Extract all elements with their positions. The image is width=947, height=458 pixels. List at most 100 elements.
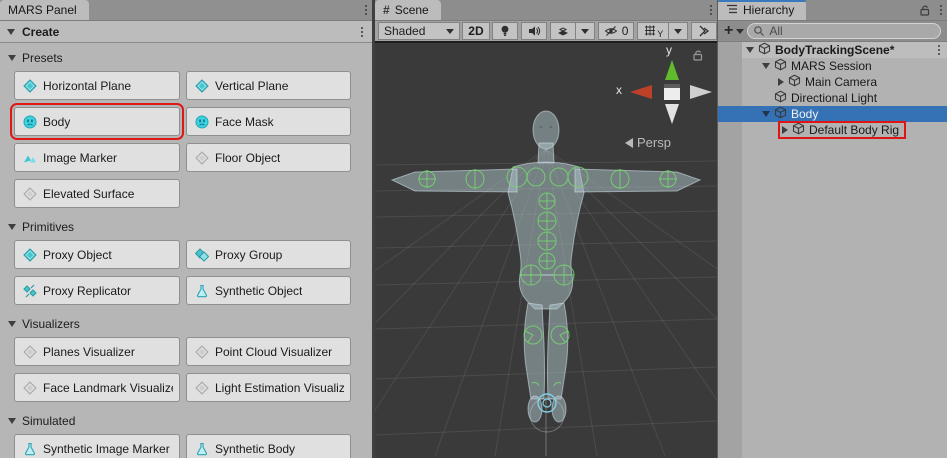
create-menu-icon[interactable] — [356, 21, 368, 42]
scene-collapse-icon[interactable] — [746, 47, 754, 53]
scene-lighting-button[interactable] — [492, 22, 518, 40]
scene-row[interactable]: BodyTrackingScene* — [718, 42, 947, 58]
speaker-icon — [527, 24, 541, 38]
mars-panel-tab-label: MARS Panel — [8, 3, 77, 17]
hierarchy-item-default-body-rig[interactable]: Default Body Rig — [718, 122, 947, 138]
gizmo-y-axis-label[interactable]: y — [666, 43, 672, 57]
grid-icon — [643, 24, 657, 38]
mars-panel-menu-icon[interactable] — [360, 0, 372, 20]
section-collapse-icon[interactable] — [8, 55, 16, 61]
proxy-object-button[interactable]: Proxy Object — [14, 240, 180, 269]
draw-mode-dropdown[interactable]: Shaded — [378, 22, 460, 40]
scene-row-menu-icon[interactable] — [933, 42, 945, 58]
create-header-label: Create — [22, 25, 59, 39]
draw-mode-label: Shaded — [384, 24, 425, 38]
light-estimation-visualizer-button[interactable]: Light Estimation Visualizer — [186, 373, 351, 402]
proxy-replicator-button[interactable]: Proxy Replicator — [14, 276, 180, 305]
section-collapse-icon[interactable] — [8, 321, 16, 327]
tab-mars-panel[interactable]: MARS Panel — [0, 0, 89, 20]
body-button[interactable]: Body — [14, 107, 180, 136]
hierarchy-search-input[interactable]: All — [747, 23, 941, 39]
section-collapse-icon[interactable] — [8, 418, 16, 424]
section-label: Simulated — [22, 414, 75, 428]
expand-toggle-icon[interactable] — [762, 63, 770, 69]
scene-viewport[interactable]: y x Persp — [375, 43, 717, 456]
scene-grid-button[interactable]: Y — [637, 22, 669, 40]
proxy-group-button[interactable]: Proxy Group — [186, 240, 351, 269]
orientation-gizmo[interactable] — [630, 60, 712, 124]
section-header-presets[interactable]: Presets — [0, 47, 372, 69]
add-gameobject-button[interactable]: + — [724, 23, 744, 39]
hierarchy-tab-label: Hierarchy — [743, 3, 794, 17]
hierarchy-item-directional-light[interactable]: Directional Light — [718, 90, 947, 106]
mars-create-sections: PresetsHorizontal Plane Vertical Plane Bod… — [0, 43, 372, 458]
effects-layers-icon — [556, 24, 570, 38]
hierarchy-tab-list-icon — [726, 3, 738, 17]
diamond-teal-icon — [195, 79, 209, 93]
scene-effects-button[interactable] — [550, 22, 576, 40]
flask-teal-icon — [23, 442, 37, 456]
persp-label: Persp — [637, 135, 671, 150]
hierarchy-item-body[interactable]: Body — [718, 106, 947, 122]
hierarchy-item-mars-session[interactable]: MARS Session — [718, 58, 947, 74]
scene-name-label: BodyTrackingScene* — [775, 43, 894, 57]
plus-icon: + — [724, 23, 733, 39]
scene-grid-dropdown[interactable] — [669, 22, 688, 40]
section-collapse-icon[interactable] — [8, 224, 16, 230]
face-mask-button[interactable]: Face Mask — [186, 107, 351, 136]
vertical-plane-button[interactable]: Vertical Plane — [186, 71, 351, 100]
section-header-visualizers[interactable]: Visualizers — [0, 313, 372, 335]
hierarchy-item-main-camera[interactable]: Main Camera — [718, 74, 947, 90]
hierarchy-lock-icon[interactable] — [918, 0, 931, 20]
image-marker-button[interactable]: Image Marker — [14, 143, 180, 172]
section-grid-presets: Horizontal Plane Vertical Plane Body Face M… — [0, 69, 372, 216]
point-cloud-visualizer-button[interactable]: Point Cloud Visualizer — [186, 337, 351, 366]
synthetic-object-button[interactable]: Synthetic Object — [186, 276, 351, 305]
face-teal-icon — [23, 115, 37, 129]
persp-chevron-icon — [625, 138, 633, 148]
tab-scene[interactable]: # Scene — [375, 0, 441, 20]
gameobject-cube-icon — [788, 74, 801, 90]
scene-tab-grid-icon: # — [383, 3, 390, 17]
section-header-simulated[interactable]: Simulated — [0, 410, 372, 432]
button-label: Synthetic Image Marker — [43, 442, 170, 456]
expand-toggle-icon[interactable] — [762, 111, 770, 117]
synthetic-body-button[interactable]: Synthetic Body — [186, 434, 351, 458]
floor-object-button[interactable]: Floor Object — [186, 143, 351, 172]
create-header[interactable]: Create — [0, 21, 372, 43]
expand-toggle-icon[interactable] — [778, 78, 784, 86]
chevron-down-icon — [674, 29, 682, 34]
scene-visibility-button[interactable]: 0 — [598, 22, 635, 40]
button-label: Elevated Surface — [43, 187, 134, 201]
button-label: Vertical Plane — [215, 79, 288, 93]
scene-tabbar: # Scene — [375, 0, 717, 21]
synthetic-image-marker-button[interactable]: Synthetic Image Marker — [14, 434, 180, 458]
scene-effects-dropdown[interactable] — [576, 22, 595, 40]
expand-spacer — [762, 94, 770, 102]
tab-hierarchy[interactable]: Hierarchy — [718, 0, 806, 20]
scene-tools-button-clipped[interactable] — [691, 22, 717, 40]
hierarchy-tree: BodyTrackingScene* MARS SessionMain Came… — [718, 42, 947, 458]
button-label: Body — [43, 115, 70, 129]
button-label: Proxy Object — [43, 248, 112, 262]
section-header-primitives[interactable]: Primitives — [0, 216, 372, 238]
scene-audio-button[interactable] — [521, 22, 547, 40]
gizmo-x-axis-label[interactable]: x — [616, 83, 622, 97]
face-landmark-visualizer-button[interactable]: Face Landmark Visualizer — [14, 373, 180, 402]
perspective-toggle[interactable]: Persp — [625, 135, 705, 150]
scene-menu-icon[interactable] — [705, 0, 717, 20]
hierarchy-menu-icon[interactable] — [935, 0, 947, 20]
button-label: Image Marker — [43, 151, 117, 165]
hierarchy-item-label: Default Body Rig — [809, 123, 899, 137]
search-placeholder: All — [769, 24, 782, 38]
horizontal-plane-button[interactable]: Horizontal Plane — [14, 71, 180, 100]
expand-toggle-icon[interactable] — [782, 126, 788, 134]
toggle-2d-button[interactable]: 2D — [462, 22, 489, 40]
button-label: Planes Visualizer — [43, 345, 135, 359]
lightbulb-icon — [498, 24, 512, 38]
planes-visualizer-button[interactable]: Planes Visualizer — [14, 337, 180, 366]
diamond-gray-icon — [23, 381, 37, 395]
create-collapse-icon[interactable] — [7, 29, 15, 35]
chevron-down-icon — [581, 29, 589, 34]
elevated-surface-button[interactable]: Elevated Surface — [14, 179, 180, 208]
